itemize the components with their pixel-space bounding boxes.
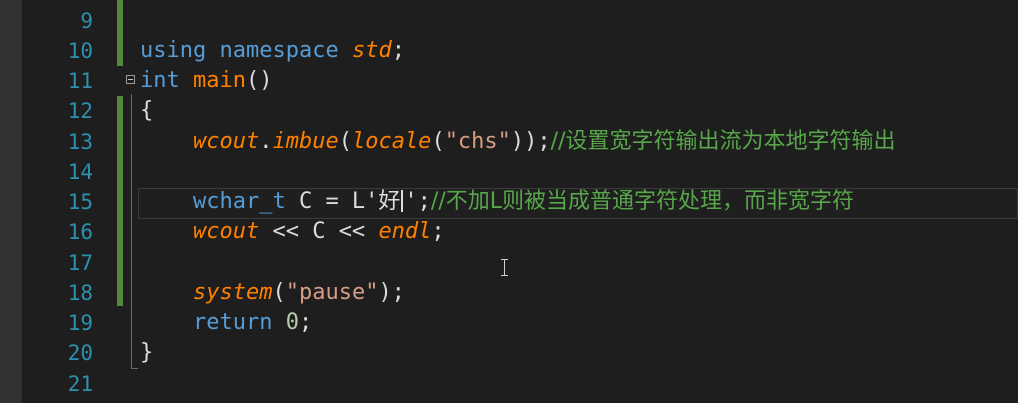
line-number: 20: [67, 341, 93, 365]
indent-token: [140, 189, 193, 214]
identifier-token: wcout: [192, 129, 260, 154]
indent-token: [140, 219, 193, 244]
comment-token: //不加L则被当成普通字符处理，而非宽字符: [430, 189, 855, 214]
function-name-token: locale: [351, 129, 432, 154]
code-line[interactable]: 14: [0, 157, 1018, 187]
identifier-token: wcout: [192, 219, 260, 244]
code-line[interactable]: 10 using namespace std;: [0, 36, 1018, 66]
line-number: 14: [67, 160, 93, 184]
code-line[interactable]: 19 return 0;: [0, 308, 1018, 338]
punctuation-token: ;: [431, 219, 445, 244]
indent-token: [140, 310, 193, 335]
line-number: 19: [67, 311, 93, 335]
line-number: 12: [67, 99, 93, 123]
punctuation-token: ;: [298, 310, 313, 335]
punctuation-token: (: [431, 129, 445, 154]
code-text[interactable]: }: [140, 338, 153, 368]
string-literal-token: "chs": [444, 129, 511, 154]
line-number: 18: [67, 281, 93, 305]
function-name-token: main: [193, 68, 246, 93]
punctuation-token: (: [272, 280, 286, 305]
keyword-token: using: [140, 38, 207, 63]
function-name-token: system: [192, 280, 273, 305]
code-text[interactable]: int main(): [140, 66, 272, 96]
keyword-token: namespace: [219, 38, 339, 63]
brace-token: {: [140, 98, 154, 123]
type-token: wchar_t: [192, 189, 286, 214]
keyword-token: int: [140, 68, 180, 93]
function-name-token: endl: [378, 219, 432, 244]
punctuation-token: (: [338, 129, 352, 154]
line-number: 13: [67, 130, 93, 154]
punctuation-token: .: [259, 129, 273, 154]
punctuation-token: );: [378, 280, 405, 305]
punctuation-token: ;: [391, 38, 405, 63]
string-literal-token: "pause": [285, 280, 379, 305]
code-line[interactable]: 16 wcout << C << endl;: [0, 217, 1018, 247]
expression-token: C = L'好: [285, 189, 401, 214]
line-number: 17: [67, 251, 93, 275]
namespace-token: std: [351, 38, 392, 63]
code-text[interactable]: wchar_t C = L'好 ';//不加L则被当成普通字符处理，而非宽字符: [140, 187, 854, 217]
function-name-token: imbue: [272, 129, 339, 154]
code-line[interactable]: 11 int main(): [0, 66, 1018, 96]
code-text[interactable]: wcout.imbue(locale("chs"));//设置宽字符输出流为本地…: [140, 127, 896, 157]
number-literal-token: 0: [285, 310, 299, 335]
indent-token: [140, 280, 193, 305]
line-number: 10: [67, 39, 93, 63]
code-line[interactable]: 20 }: [0, 338, 1018, 368]
punctuation-token: ';: [404, 189, 431, 214]
code-line[interactable]: 18 system("pause");: [0, 278, 1018, 308]
brace-token: }: [140, 340, 154, 365]
code-text[interactable]: system("pause");: [140, 278, 405, 308]
code-line[interactable]: 21: [0, 369, 1018, 399]
code-line[interactable]: 13 wcout.imbue(locale("chs"));//设置宽字符输出流…: [0, 127, 1018, 157]
line-number: 15: [67, 190, 93, 214]
line-number: 11: [67, 69, 93, 93]
line-number: 21: [67, 372, 93, 396]
code-text[interactable]: return 0;: [140, 308, 312, 338]
code-line[interactable]: 12 {: [0, 96, 1018, 126]
line-number: 16: [67, 220, 93, 244]
line-number: 9: [80, 9, 93, 33]
code-line[interactable]: 9: [0, 6, 1018, 36]
punctuation-token: ));: [510, 129, 551, 154]
expression-token: << C <<: [259, 219, 379, 244]
punctuation-token: (): [245, 68, 273, 93]
code-text[interactable]: using namespace std;: [140, 36, 405, 66]
comment-token: //设置宽字符输出流为本地字符输出: [550, 129, 896, 154]
code-line-current[interactable]: 15 wchar_t C = L'好 ';//不加L则被当成普通字符处理，而非宽字…: [0, 187, 1018, 217]
code-text[interactable]: {: [140, 96, 153, 126]
indent-token: [140, 129, 193, 154]
keyword-token: return: [192, 310, 273, 335]
code-text[interactable]: wcout << C << endl;: [140, 217, 445, 247]
mouse-ibeam-cursor-icon: [500, 259, 510, 276]
